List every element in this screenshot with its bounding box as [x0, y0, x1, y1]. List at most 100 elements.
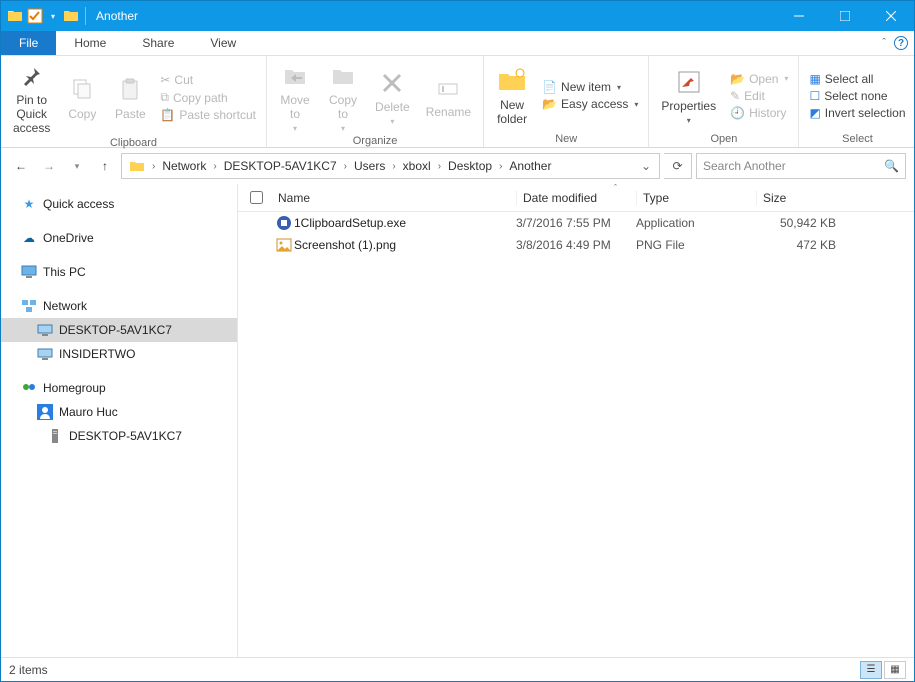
- delete-icon: [376, 67, 408, 99]
- computer-tower-icon: [47, 428, 63, 444]
- nav-network-pc2[interactable]: INSIDERTWO: [1, 342, 237, 366]
- pin-to-quick-access-button[interactable]: Pin to Quick access: [7, 58, 56, 137]
- column-size[interactable]: Size: [756, 191, 846, 205]
- nav-network[interactable]: Network: [1, 294, 237, 318]
- star-icon: ★: [21, 196, 37, 212]
- new-folder-button[interactable]: New folder: [490, 63, 534, 129]
- move-to-button: Move to▾: [273, 58, 317, 135]
- nav-network-pc1[interactable]: DESKTOP-5AV1KC7: [1, 318, 237, 342]
- breadcrumb[interactable]: › Network › DESKTOP-5AV1KC7 › Users › xb…: [121, 153, 660, 179]
- breadcrumb-dropdown-icon[interactable]: ⌄: [635, 159, 657, 173]
- breadcrumb-item[interactable]: xboxl: [398, 154, 436, 178]
- new-folder-icon: [496, 65, 528, 97]
- column-date[interactable]: Date modified: [516, 191, 636, 205]
- icons-view-button[interactable]: ▦: [884, 661, 906, 679]
- copy-path-icon: ⧉: [160, 90, 169, 105]
- cut-icon: ✂: [160, 73, 170, 87]
- paste-button: Paste: [108, 72, 152, 124]
- ribbon-group-organize: Move to▾ Copy to▾ Delete▾ Rename Organiz…: [267, 56, 484, 147]
- group-label-organize: Organize: [273, 135, 477, 149]
- status-item-count: 2 items: [9, 663, 48, 677]
- select-none-button[interactable]: ☐Select none: [805, 88, 909, 104]
- column-headers: Name ˆ Date modified Type Size: [238, 184, 914, 212]
- tab-share[interactable]: Share: [124, 31, 192, 55]
- recent-locations-button[interactable]: ▾: [65, 154, 89, 178]
- select-all-button[interactable]: ▦Select all: [805, 71, 909, 87]
- new-item-button[interactable]: 📄New item▾: [538, 79, 642, 95]
- address-row: ← → ▾ ↑ › Network › DESKTOP-5AV1KC7 › Us…: [1, 148, 914, 184]
- content-pane: Name ˆ Date modified Type Size 1Clipboar…: [238, 184, 914, 657]
- refresh-button[interactable]: ⟳: [664, 153, 692, 179]
- properties-button[interactable]: Properties▾: [655, 64, 722, 127]
- up-button[interactable]: ↑: [93, 154, 117, 178]
- breadcrumb-item[interactable]: Network: [157, 154, 211, 178]
- ribbon-group-new: New folder 📄New item▾ 📂Easy access▾ New: [484, 56, 649, 147]
- chevron-right-icon[interactable]: ›: [436, 161, 443, 172]
- file-row[interactable]: Screenshot (1).png 3/8/2016 4:49 PM PNG …: [238, 234, 914, 256]
- search-input[interactable]: Search Another 🔍: [696, 153, 906, 179]
- checkbox-icon[interactable]: [27, 8, 43, 24]
- minimize-ribbon-icon[interactable]: ˆ: [882, 37, 886, 49]
- network-icon: [21, 298, 37, 314]
- maximize-button[interactable]: [822, 1, 868, 31]
- back-button[interactable]: ←: [9, 154, 33, 178]
- nav-quick-access[interactable]: ★Quick access: [1, 192, 237, 216]
- computer-icon: [37, 322, 53, 338]
- properties-icon: [673, 66, 705, 98]
- column-type[interactable]: Type: [636, 191, 756, 205]
- chevron-right-icon[interactable]: ›: [497, 161, 504, 172]
- nav-this-pc[interactable]: This PC: [1, 260, 237, 284]
- group-label-select: Select: [805, 133, 909, 147]
- search-placeholder: Search Another: [703, 159, 786, 173]
- tab-view[interactable]: View: [192, 31, 254, 55]
- history-button: 🕘History: [726, 105, 792, 121]
- rename-icon: [432, 72, 464, 104]
- file-list: 1ClipboardSetup.exe 3/7/2016 7:55 PM App…: [238, 212, 914, 657]
- help-icon[interactable]: ?: [894, 36, 908, 50]
- user-icon: [37, 404, 53, 420]
- select-all-checkbox[interactable]: [250, 191, 263, 204]
- computer-icon: [37, 346, 53, 362]
- ribbon-group-select: ▦Select all ☐Select none ◩Invert selecti…: [799, 56, 915, 147]
- edit-icon: ✎: [730, 89, 740, 103]
- edit-button: ✎Edit: [726, 88, 792, 104]
- tab-file[interactable]: File: [1, 31, 56, 55]
- paste-shortcut-button: 📋Paste shortcut: [156, 107, 260, 123]
- nav-homegroup-pc[interactable]: DESKTOP-5AV1KC7: [1, 424, 237, 448]
- nav-homegroup[interactable]: Homegroup: [1, 376, 237, 400]
- file-row[interactable]: 1ClipboardSetup.exe 3/7/2016 7:55 PM App…: [238, 212, 914, 234]
- copy-to-icon: [327, 60, 359, 92]
- breadcrumb-item[interactable]: DESKTOP-5AV1KC7: [219, 154, 342, 178]
- rename-button: Rename: [420, 70, 477, 122]
- select-all-icon: ▦: [809, 72, 820, 86]
- pin-icon: [16, 60, 48, 92]
- breadcrumb-item[interactable]: Desktop: [443, 154, 497, 178]
- nav-homegroup-user[interactable]: Mauro Huc: [1, 400, 237, 424]
- nav-onedrive[interactable]: ☁OneDrive: [1, 226, 237, 250]
- chevron-right-icon[interactable]: ›: [342, 161, 349, 172]
- menubar: File Home Share View ˆ ?: [1, 31, 914, 56]
- column-name[interactable]: Name: [274, 191, 516, 205]
- chevron-right-icon[interactable]: ›: [150, 161, 157, 172]
- ribbon-group-clipboard: Pin to Quick access Copy Paste ✂Cut ⧉Cop…: [1, 56, 267, 147]
- close-button[interactable]: [868, 1, 914, 31]
- chevron-right-icon[interactable]: ›: [390, 161, 397, 172]
- qat-dropdown-icon[interactable]: ▾: [47, 12, 59, 21]
- minimize-button[interactable]: [776, 1, 822, 31]
- statusbar: 2 items ☰ ▦: [1, 657, 914, 681]
- copy-path-button: ⧉Copy path: [156, 89, 260, 106]
- breadcrumb-item[interactable]: Another: [504, 154, 556, 178]
- tab-home[interactable]: Home: [56, 31, 124, 55]
- copy-icon: [66, 74, 98, 106]
- breadcrumb-item[interactable]: Users: [349, 154, 390, 178]
- easy-access-button[interactable]: 📂Easy access▾: [538, 96, 642, 112]
- monitor-icon: [21, 264, 37, 280]
- cut-button: ✂Cut: [156, 72, 260, 88]
- invert-selection-button[interactable]: ◩Invert selection: [805, 105, 909, 121]
- details-view-button[interactable]: ☰: [860, 661, 882, 679]
- delete-button: Delete▾: [369, 65, 416, 128]
- history-icon: 🕘: [730, 106, 745, 120]
- breadcrumb-root-icon[interactable]: [124, 154, 150, 178]
- exe-icon: [274, 215, 294, 231]
- chevron-right-icon[interactable]: ›: [211, 161, 218, 172]
